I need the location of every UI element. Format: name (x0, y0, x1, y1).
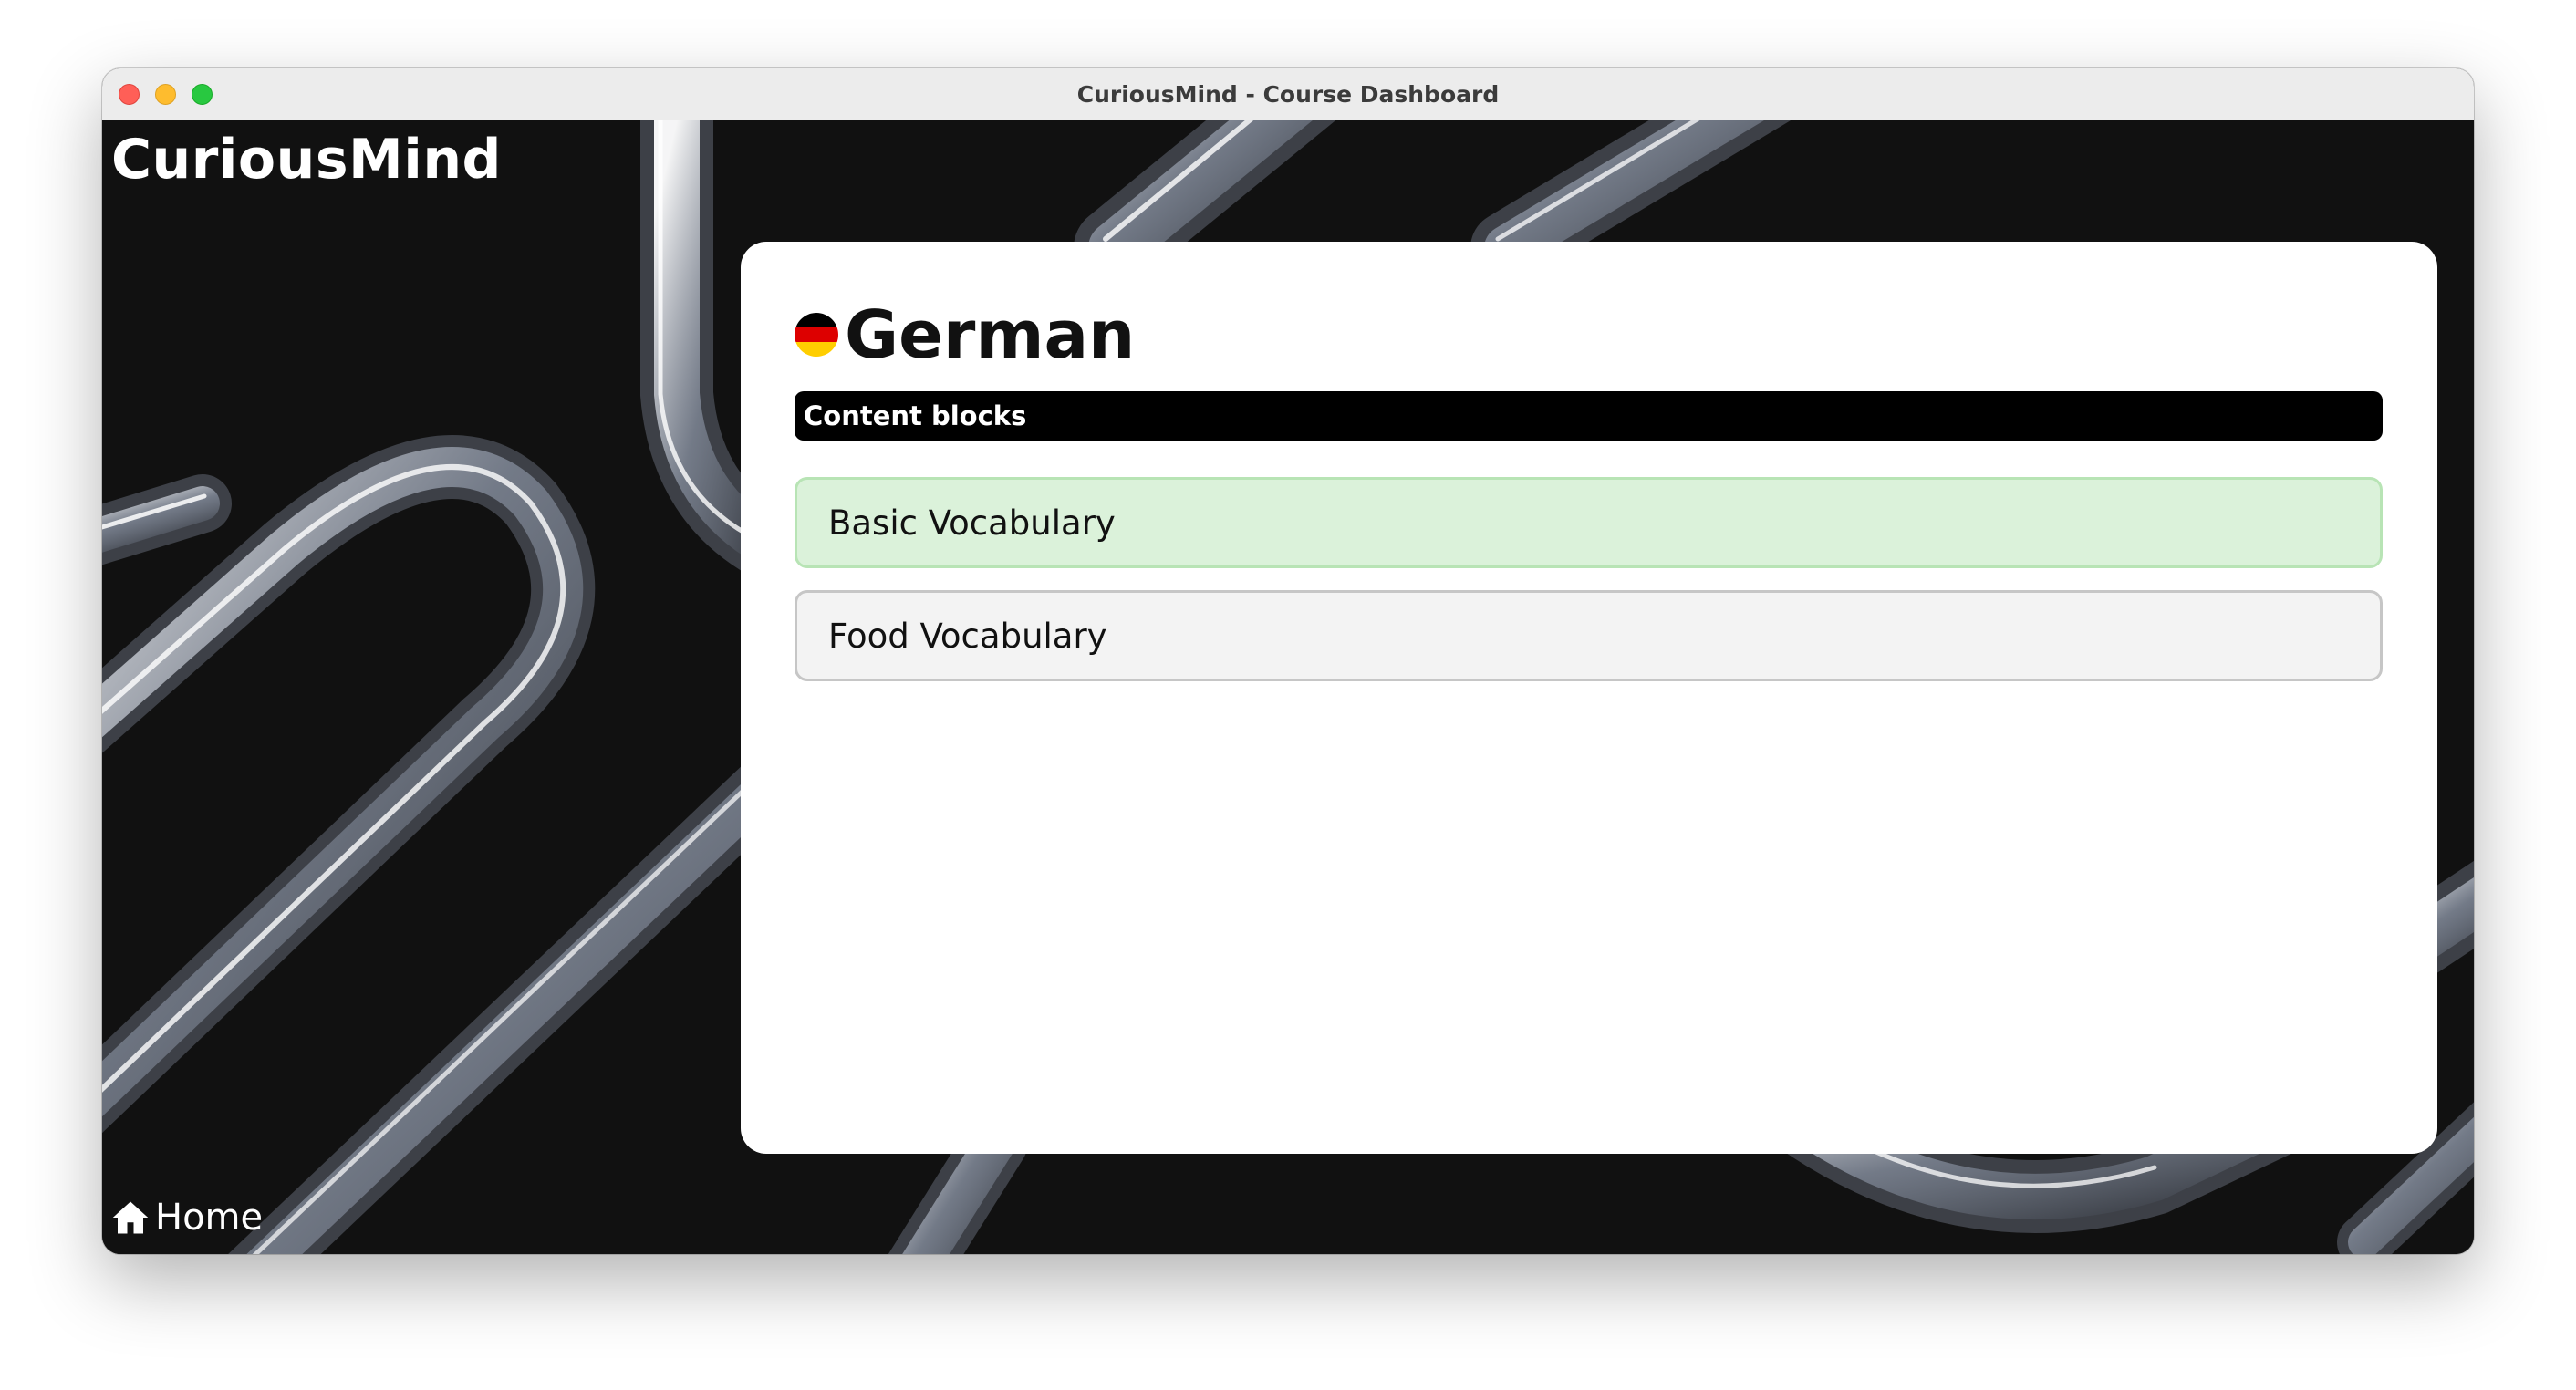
app-window: CuriousMind - Course Dashboard CuriousMi… (102, 68, 2474, 1254)
content-block-label: Food Vocabulary (828, 616, 1107, 656)
maximize-window-button[interactable] (192, 84, 213, 105)
minimize-window-button[interactable] (155, 84, 176, 105)
home-nav-button[interactable]: Home (111, 1197, 263, 1239)
content-block-list: Basic Vocabulary Food Vocabulary (795, 477, 2383, 703)
title-bar: CuriousMind - Course Dashboard (102, 68, 2474, 121)
course-title: German (845, 296, 1136, 373)
app-content: CuriousMind Home German Content blocks B… (102, 120, 2474, 1254)
close-window-button[interactable] (119, 84, 140, 105)
content-block-basic-vocabulary[interactable]: Basic Vocabulary (795, 477, 2383, 568)
course-panel: German Content blocks Basic Vocabulary F… (741, 242, 2437, 1154)
window-controls (119, 84, 213, 105)
content-block-label: Basic Vocabulary (828, 503, 1116, 543)
content-block-food-vocabulary[interactable]: Food Vocabulary (795, 590, 2383, 681)
course-heading: German (794, 296, 1135, 373)
content-blocks-label: Content blocks (804, 400, 1027, 431)
content-blocks-header: Content blocks (795, 391, 2383, 441)
germany-flag-icon (795, 313, 838, 357)
app-brand: CuriousMind (111, 128, 502, 192)
window-title: CuriousMind - Course Dashboard (1076, 81, 1500, 108)
home-nav-label: Home (155, 1197, 264, 1239)
home-icon (112, 1201, 149, 1234)
